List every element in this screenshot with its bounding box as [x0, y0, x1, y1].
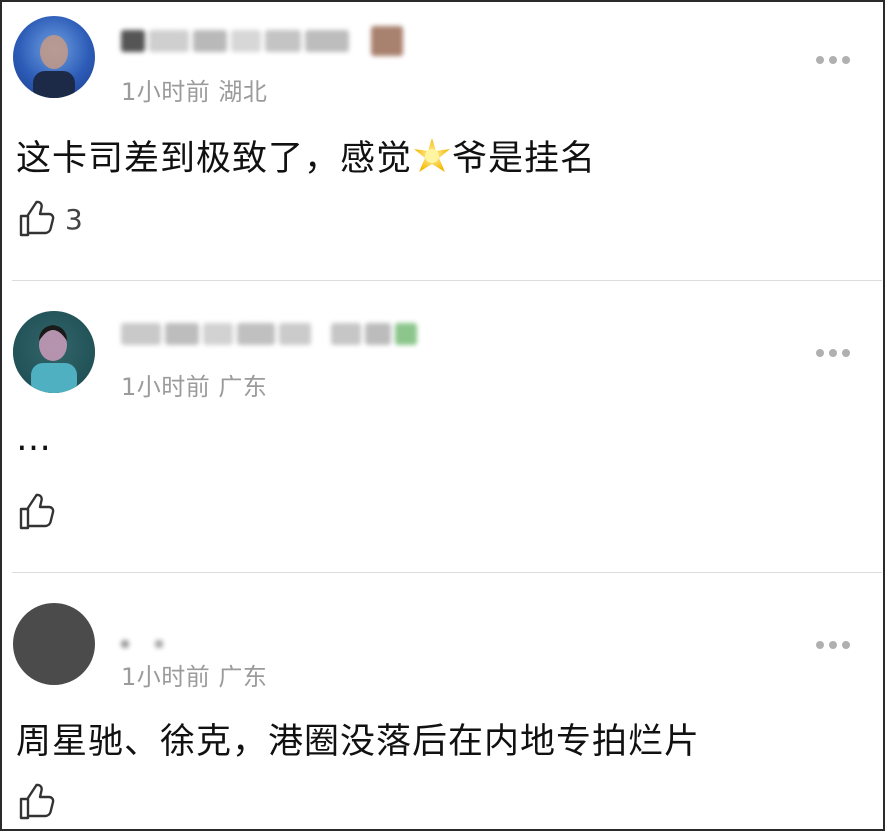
comment-item: 1小时前 湖北 这卡司差到极致了，感觉 爷是挂名 3	[2, 2, 883, 280]
comment-text-part: 这卡司差到极致了，感觉	[16, 139, 413, 179]
comment-time-location: 1小时前 广东	[121, 663, 268, 691]
avatar[interactable]	[13, 311, 95, 393]
comment-time-location: 1小时前 广东	[121, 373, 268, 401]
more-options-icon[interactable]	[816, 349, 850, 357]
thumbs-up-icon	[19, 783, 55, 820]
avatar[interactable]	[13, 603, 95, 685]
comment-time-location: 1小时前 湖北	[121, 78, 268, 106]
username-blurred[interactable]	[121, 319, 417, 349]
like-button[interactable]	[17, 493, 65, 531]
more-options-icon[interactable]	[816, 641, 850, 649]
like-button[interactable]: 3	[17, 200, 83, 238]
more-options-icon[interactable]	[816, 56, 850, 64]
comment-item: 1小时前 广东 周星驰、徐克，港圈没落后在内地专拍烂片	[2, 573, 883, 829]
comment-item: 1小时前 广东 …	[2, 281, 883, 571]
username-blurred[interactable]	[121, 629, 163, 659]
comment-text: 这卡司差到极致了，感觉 爷是挂名	[16, 130, 596, 181]
like-count: 3	[65, 202, 83, 236]
avatar[interactable]	[13, 16, 95, 98]
like-button[interactable]	[17, 783, 65, 821]
avatar-photo	[13, 311, 95, 393]
comment-text-part: 爷是挂名	[452, 139, 597, 179]
comment-list: 1小时前 湖北 这卡司差到极致了，感觉 爷是挂名 3 1小时前 广东 … 1小时…	[0, 0, 885, 831]
avatar-photo	[33, 35, 75, 98]
star-icon	[414, 138, 451, 172]
thumbs-up-icon	[19, 200, 55, 237]
comment-text: 周星驰、徐克，港圈没落后在内地专拍烂片	[16, 722, 701, 762]
username-blurred[interactable]	[121, 26, 403, 56]
thumbs-up-icon	[19, 493, 55, 530]
comment-text: …	[16, 419, 52, 459]
